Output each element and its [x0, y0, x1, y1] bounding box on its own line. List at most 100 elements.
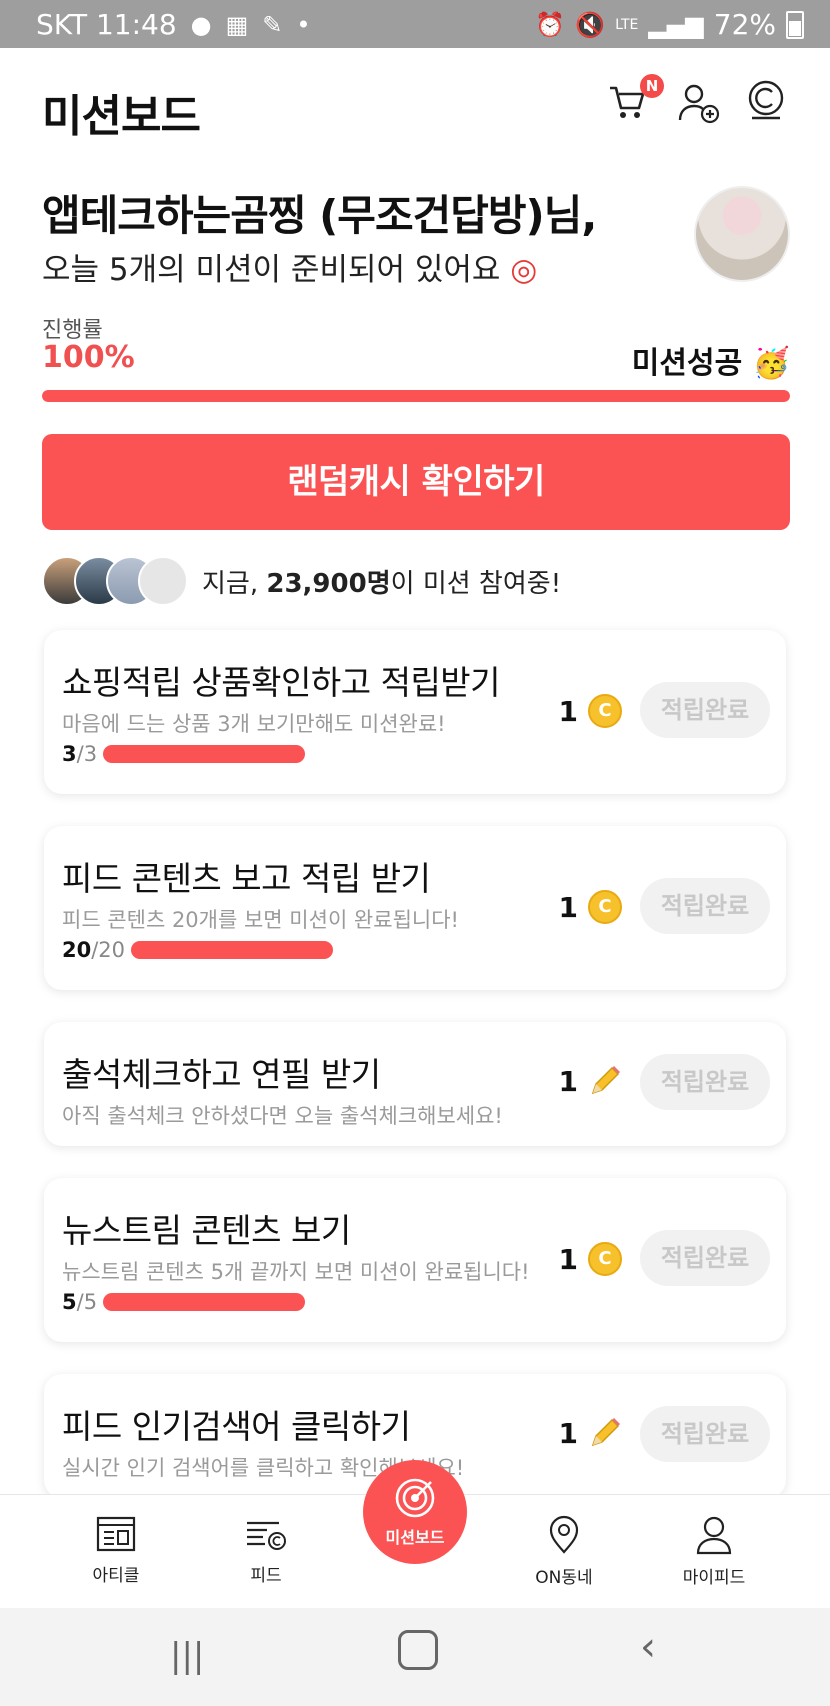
participants-count: 23,900명 [266, 568, 391, 599]
mission-title: 뉴스트림 콘텐츠 보기 [62, 1211, 351, 1250]
mission-card[interactable]: 피드 콘텐츠 보고 적립 받기 피드 콘텐츠 20개를 보면 미션이 완료됩니다… [44, 826, 786, 990]
location-pin-icon [549, 1515, 579, 1554]
progress-current: 5 [62, 1290, 77, 1314]
progress-value: 100% [42, 340, 135, 375]
mission-description: 피드 콘텐츠 20개를 보면 미션이 완료됩니다! [62, 908, 459, 932]
claim-done-button[interactable]: 적립완료 [640, 878, 770, 934]
mission-progress-bar [103, 1293, 306, 1311]
progress-total: /5 [76, 1290, 98, 1314]
progress-bar [42, 390, 790, 402]
nav-my-label: 마이피드 [682, 1568, 746, 1588]
mission-title: 쇼핑적립 상품확인하고 적립받기 [62, 663, 501, 702]
greeting-subtitle-text: 오늘 5개의 미션이 준비되어 있어요 [42, 252, 501, 288]
mission-title: 피드 콘텐츠 보고 적립 받기 [62, 859, 431, 898]
reward-amount: 1 [558, 694, 578, 728]
mission-description: 뉴스트림 콘텐츠 5개 끝까지 보면 미션이 완료됩니다! [62, 1260, 530, 1284]
cart-button[interactable]: N [606, 74, 664, 130]
mission-reward: 1 C [559, 890, 622, 924]
progress-bar-fill [42, 390, 790, 402]
alarm-icon: ⏰ [535, 10, 566, 39]
add-friend-button[interactable] [676, 80, 726, 130]
battery-icon [786, 10, 804, 39]
app-grid-icon: ▦ [225, 10, 249, 39]
nav-feed-label: 피드 [250, 1566, 282, 1586]
participant-avatar [138, 556, 188, 606]
status-time: SKT 11:48 [36, 8, 177, 41]
mute-icon: 🔇 [575, 10, 606, 39]
mission-success-text: 미션성공 [631, 346, 743, 381]
mission-progress-bar [131, 941, 334, 959]
nav-mission-label: 미션보드 [385, 1528, 445, 1547]
party-icon: 🥳 [752, 346, 790, 381]
page-title: 미션보드 [42, 91, 201, 142]
mission-progress: 20/20 [62, 938, 334, 962]
home-icon[interactable] [398, 1630, 438, 1670]
nav-article-label: 아티클 [92, 1566, 140, 1586]
mission-reward: 1 [559, 1064, 622, 1098]
add-user-icon [678, 84, 720, 124]
article-icon [96, 1516, 136, 1552]
more-dot-icon: • [296, 10, 311, 39]
signal-icon: ▂▄▆ [648, 10, 704, 39]
mission-title: 피드 인기검색어 클릭하기 [62, 1407, 411, 1446]
pencil-icon [591, 1066, 620, 1095]
coin-icon: C [588, 1242, 622, 1276]
mission-title: 출석체크하고 연필 받기 [62, 1055, 381, 1094]
mission-description: 아직 출석체크 안하셨다면 오늘 출석체크해보세요! [62, 1104, 503, 1128]
participants-prefix: 지금, [202, 568, 267, 599]
progress-total: /20 [91, 938, 126, 962]
mission-progress-bar [103, 745, 306, 763]
participants-suffix: 이 미션 참여중! [390, 568, 562, 599]
app-header: 미션보드 N [0, 48, 830, 168]
progress-current: 20 [62, 938, 92, 962]
reward-amount: 1 [558, 1416, 578, 1450]
back-icon[interactable]: ‹ [640, 1624, 656, 1670]
nav-article[interactable]: 아티클 [56, 1515, 176, 1586]
coin-icon: C [588, 694, 622, 728]
progress-total: /3 [76, 742, 98, 766]
coin-icon: C [588, 890, 622, 924]
reward-amount: 1 [558, 1242, 578, 1276]
talk-icon: ● [190, 10, 212, 39]
nav-neighborhood[interactable]: ON동네 [504, 1515, 624, 1588]
notification-icon: ✎ [262, 10, 283, 39]
feed-icon [247, 1521, 286, 1550]
random-cash-button[interactable]: 랜덤캐시 확인하기 [42, 434, 790, 530]
claim-done-button[interactable]: 적립완료 [640, 1054, 770, 1110]
claim-done-button[interactable]: 적립완료 [640, 1406, 770, 1462]
person-icon [696, 1516, 732, 1555]
mission-reward: 1 [559, 1416, 622, 1450]
cash-icon [748, 80, 784, 120]
mission-reward: 1 C [559, 1242, 622, 1276]
network-label: LTE [615, 16, 639, 33]
mission-description: 마음에 드는 상품 3개 보기만해도 미션완료! [62, 712, 446, 736]
mission-card[interactable]: 뉴스트림 콘텐츠 보기 뉴스트림 콘텐츠 5개 끝까지 보면 미션이 완료됩니다… [44, 1178, 786, 1342]
nav-neighborhood-label: ON동네 [535, 1568, 593, 1588]
status-bar: SKT 11:48 ● ▦ ✎ • ⏰ 🔇 LTE ▂▄▆ 72% [0, 0, 830, 48]
participants-row: 지금, 23,900명이 미션 참여중! [42, 556, 561, 606]
cash-button[interactable] [746, 80, 796, 130]
mission-progress: 3/3 [62, 742, 306, 766]
mission-success-label: 미션성공 🥳 [632, 338, 790, 382]
mission-reward: 1 C [559, 694, 622, 728]
nav-feed[interactable]: 피드 [206, 1515, 326, 1586]
system-nav-bar: ||| ‹ [0, 1608, 830, 1706]
progress-current: 3 [62, 742, 77, 766]
mission-card[interactable]: 출석체크하고 연필 받기 아직 출석체크 안하셨다면 오늘 출석체크해보세요! … [44, 1022, 786, 1146]
greeting-subtitle: 오늘 5개의 미션이 준비되어 있어요 ◎ [42, 244, 537, 289]
participants-text: 지금, 23,900명이 미션 참여중! [202, 563, 561, 600]
nav-mission-board[interactable]: 미션보드 [363, 1460, 467, 1564]
reward-amount: 1 [558, 890, 578, 924]
mission-card[interactable]: 쇼핑적립 상품확인하고 적립받기 마음에 드는 상품 3개 보기만해도 미션완료… [44, 630, 786, 794]
claim-done-button[interactable]: 적립완료 [640, 682, 770, 738]
claim-done-button[interactable]: 적립완료 [640, 1230, 770, 1286]
mission-progress: 5/5 [62, 1290, 306, 1314]
nav-my-feed[interactable]: 마이피드 [654, 1515, 774, 1588]
battery-percent: 72% [713, 8, 776, 41]
profile-avatar[interactable] [694, 186, 790, 282]
pencil-icon [591, 1418, 620, 1447]
recent-apps-icon[interactable]: ||| [170, 1636, 204, 1676]
reward-amount: 1 [558, 1064, 578, 1098]
cart-badge: N [640, 74, 664, 98]
target-icon: ◎ [510, 252, 538, 288]
